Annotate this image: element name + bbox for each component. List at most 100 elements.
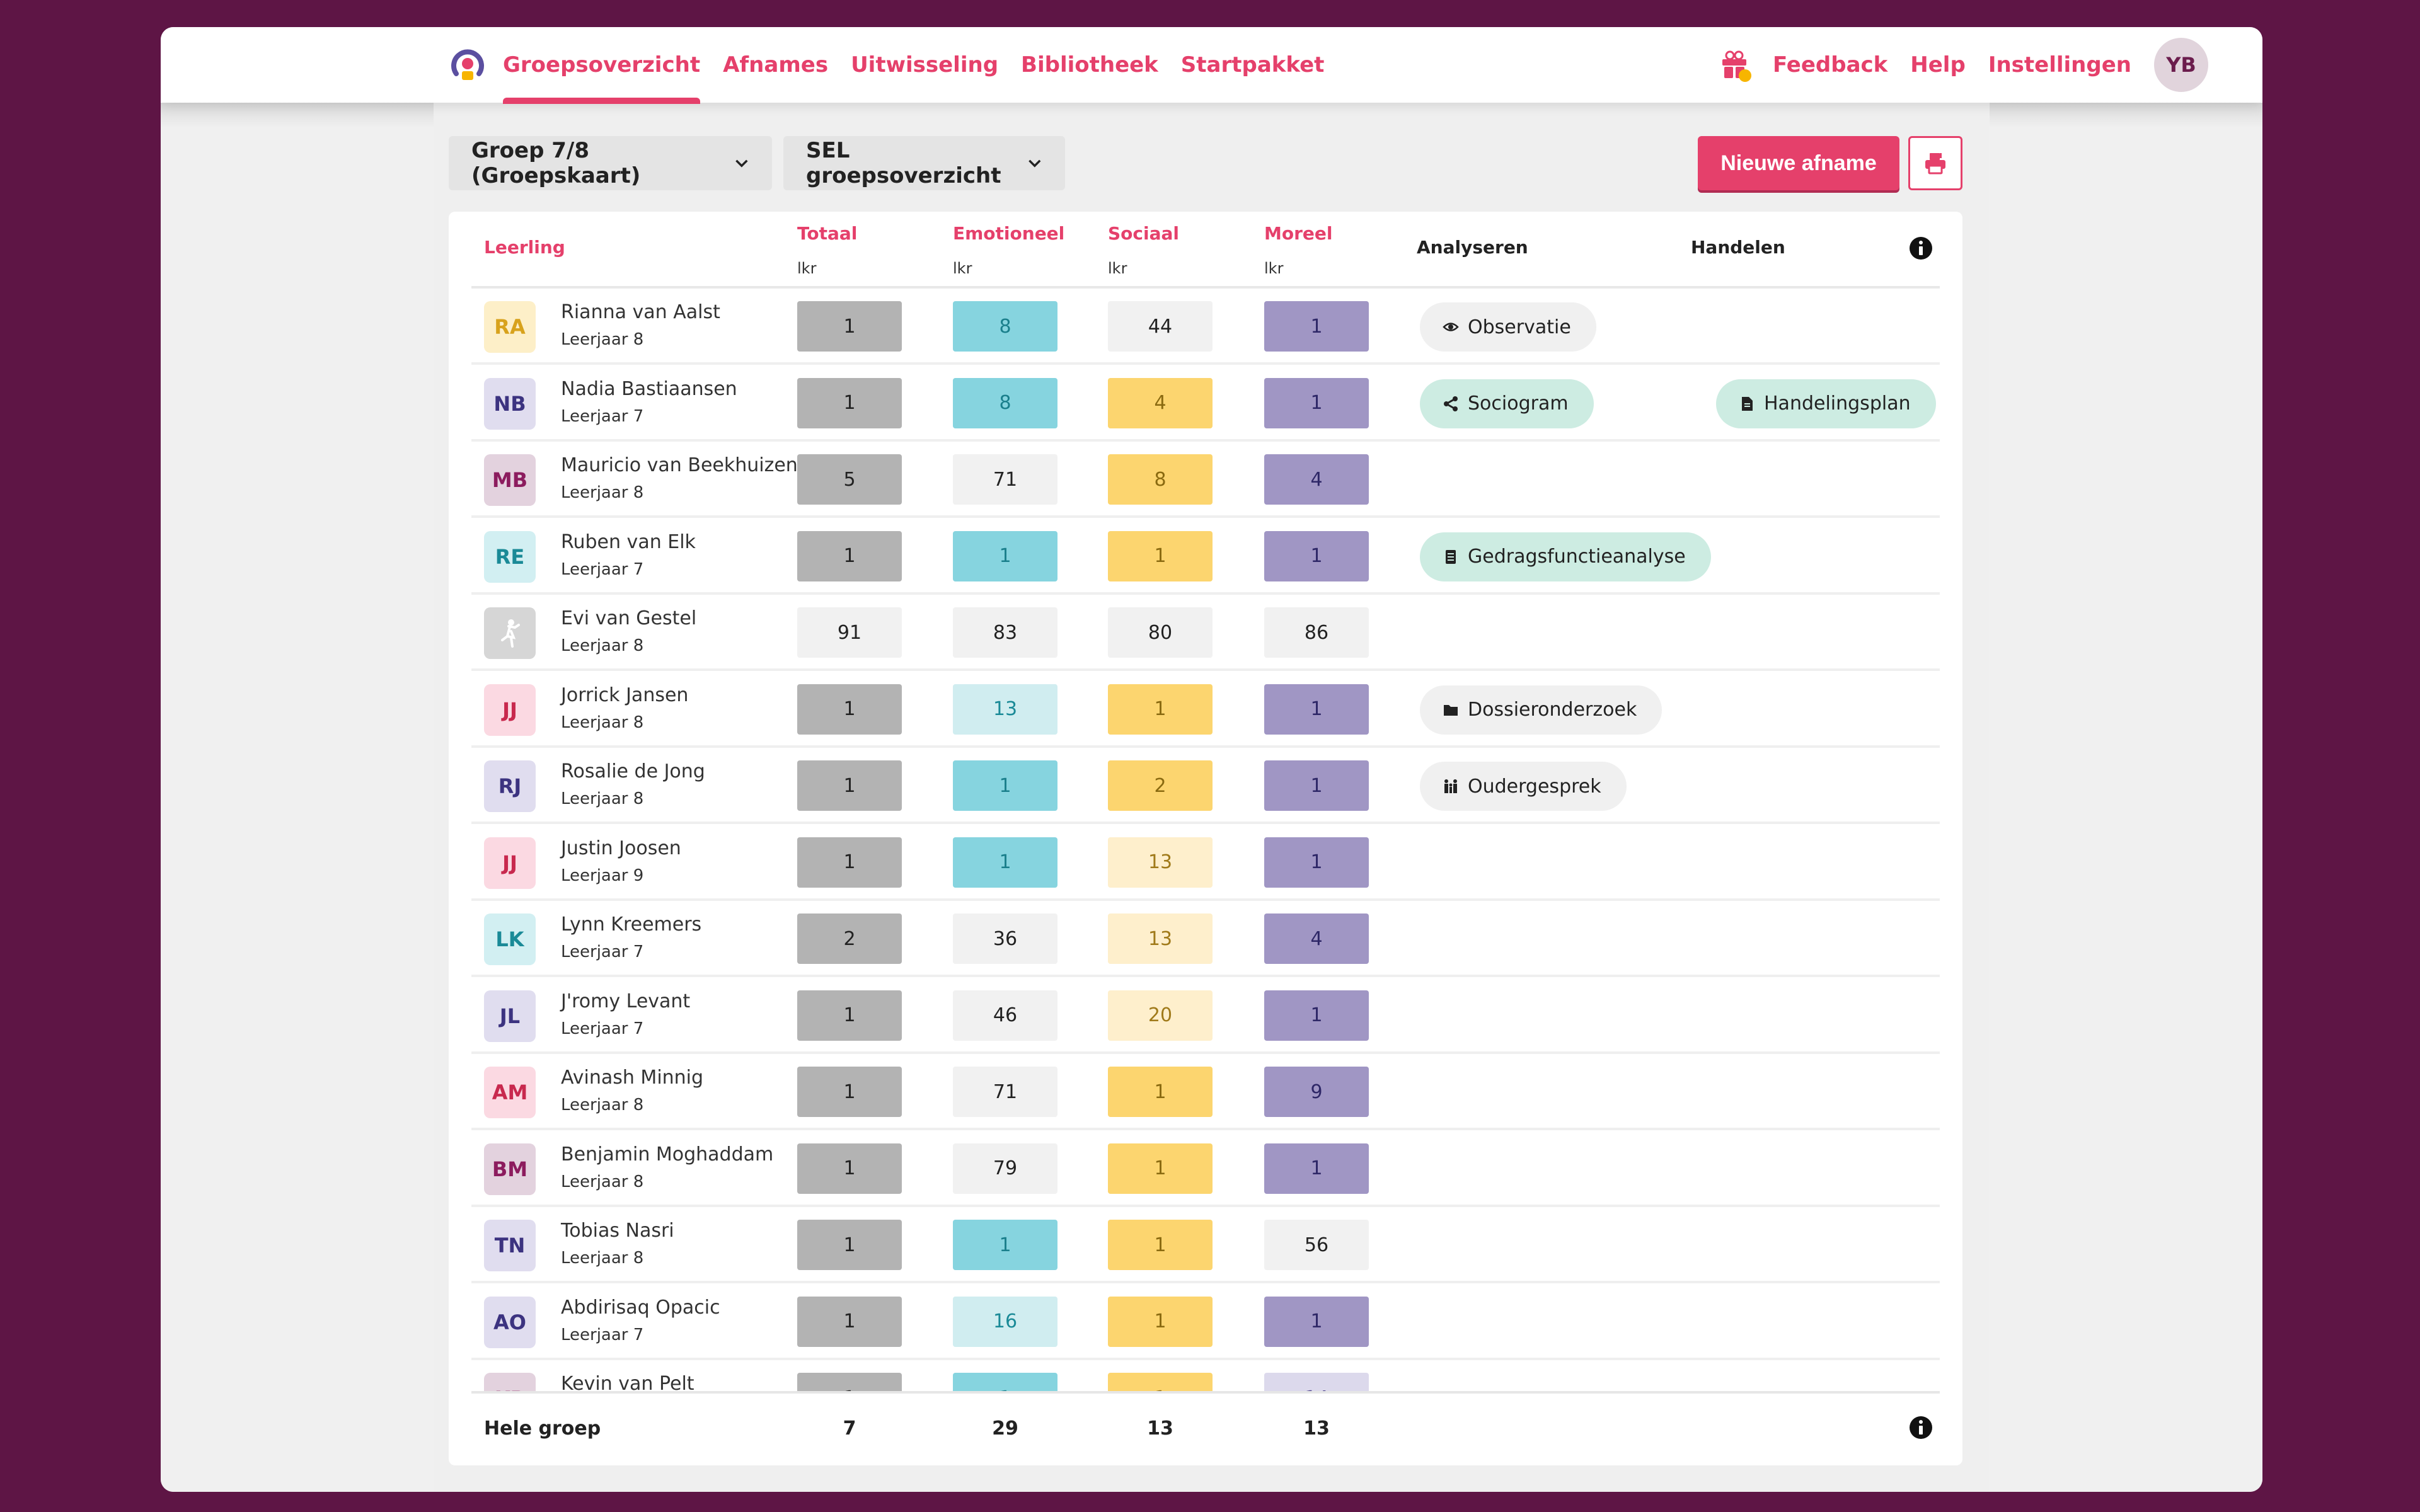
score-emotional[interactable]: 83: [953, 607, 1057, 658]
student-list[interactable]: RA Rianna van Aalst Leerjaar 8 1 8 44 1 Observ…: [471, 289, 1940, 1391]
student-row[interactable]: RE Ruben van Elk Leerjaar 71111 Gedragsfun…: [471, 518, 1940, 595]
score-moral[interactable]: 56: [1264, 1220, 1369, 1270]
student-name[interactable]: Abdirisaq Opacic: [561, 1297, 720, 1319]
score-emotional[interactable]: 1: [953, 530, 1057, 581]
score-moral[interactable]: 4: [1264, 914, 1369, 964]
score-moral[interactable]: 1: [1264, 1143, 1369, 1194]
print-button[interactable]: [1908, 136, 1962, 190]
score-emotional[interactable]: 16: [953, 1296, 1057, 1347]
nav-bibliotheek[interactable]: Bibliotheek: [1021, 27, 1158, 103]
score-social[interactable]: 13: [1108, 837, 1213, 888]
score-social[interactable]: 20: [1108, 990, 1213, 1041]
score-social[interactable]: 1: [1108, 684, 1213, 735]
score-emotional[interactable]: 1: [953, 837, 1057, 888]
score-total[interactable]: 1: [797, 1296, 902, 1347]
student-row[interactable]: RJ Rosalie de Jong Leerjaar 81121 Ouderges…: [471, 748, 1940, 824]
group-select[interactable]: Groep 7/8 (Groepskaart): [449, 136, 772, 190]
score-total[interactable]: 2: [797, 914, 902, 964]
analyze-pill[interactable]: Oudergesprek: [1420, 762, 1627, 811]
score-moral[interactable]: 86: [1264, 607, 1369, 658]
score-social[interactable]: 1: [1108, 1296, 1213, 1347]
analyze-pill[interactable]: Sociogram: [1420, 379, 1594, 428]
score-emotional[interactable]: 36: [953, 914, 1057, 964]
header-sociaal[interactable]: Sociaal: [1108, 223, 1179, 244]
view-select[interactable]: SEL groepsoverzicht: [783, 136, 1065, 190]
score-moral[interactable]: 1: [1264, 684, 1369, 735]
score-moral[interactable]: 1: [1264, 530, 1369, 581]
score-moral[interactable]: 1: [1264, 301, 1369, 352]
gift-icon[interactable]: [1719, 49, 1751, 82]
score-moral[interactable]: 1: [1264, 760, 1369, 811]
nav-settings[interactable]: Instellingen: [1988, 27, 2131, 103]
score-social[interactable]: 4: [1108, 377, 1213, 428]
score-moral[interactable]: 14: [1264, 1373, 1369, 1391]
header-emotioneel[interactable]: Emotioneel: [953, 223, 1064, 244]
student-row[interactable]: KP Kevin van Pelt 1 1 1 14: [471, 1360, 1940, 1391]
score-social[interactable]: 1: [1108, 1220, 1213, 1270]
score-moral[interactable]: 1: [1264, 837, 1369, 888]
score-total[interactable]: 1: [797, 530, 902, 581]
score-social[interactable]: 80: [1108, 607, 1213, 658]
nav-groepsoverzicht[interactable]: Groepsoverzicht: [503, 27, 701, 104]
student-row[interactable]: MB Mauricio van Beekhuizen Leerjaar 8 5 71 8 4: [471, 442, 1940, 518]
score-total[interactable]: 1: [797, 1220, 902, 1270]
student-name[interactable]: Lynn Kreemers: [561, 914, 701, 936]
header-totaal[interactable]: Totaal: [797, 223, 857, 244]
score-emotional[interactable]: 1: [953, 760, 1057, 811]
score-total[interactable]: 1: [797, 1143, 902, 1194]
score-total[interactable]: 1: [797, 377, 902, 428]
score-total[interactable]: 1: [797, 684, 902, 735]
score-social[interactable]: 44: [1108, 301, 1213, 352]
student-row[interactable]: JJ Justin Joosen Leerjaar 9 1 1 13 1: [471, 825, 1940, 901]
student-row[interactable]: RA Rianna van Aalst Leerjaar 8 1 8 44 1 Observ…: [471, 289, 1940, 365]
student-row[interactable]: JJ Jorrick Jansen Leerjaar 8 1 13 1 1 Dossiero…: [471, 672, 1940, 748]
student-name[interactable]: Tobias Nasri: [561, 1220, 674, 1242]
student-name[interactable]: Justin Joosen: [561, 837, 681, 859]
student-name[interactable]: Avinash Minnig: [561, 1067, 703, 1089]
info-icon[interactable]: [1908, 1415, 1933, 1440]
student-name[interactable]: Rianna van Aalst: [561, 301, 720, 323]
student-name[interactable]: Kevin van Pelt: [561, 1373, 694, 1391]
score-moral[interactable]: 1: [1264, 1296, 1369, 1347]
score-social[interactable]: 13: [1108, 914, 1213, 964]
student-name[interactable]: Mauricio van Beekhuizen: [561, 454, 798, 476]
score-total[interactable]: 1: [797, 301, 902, 352]
score-emotional[interactable]: 1: [953, 1373, 1057, 1391]
student-name[interactable]: Jorrick Jansen: [561, 684, 688, 706]
score-moral[interactable]: 1: [1264, 377, 1369, 428]
info-icon[interactable]: [1908, 236, 1933, 261]
score-total[interactable]: 1: [797, 990, 902, 1041]
score-emotional[interactable]: 79: [953, 1143, 1057, 1194]
action-pill[interactable]: Handelingsplan: [1716, 379, 1936, 428]
nav-afnames[interactable]: Afnames: [723, 27, 828, 103]
student-row[interactable]: Evi van Gestel Leerjaar 8 91 83 80 86: [471, 595, 1940, 671]
analyze-pill[interactable]: Observatie: [1420, 302, 1596, 352]
student-row[interactable]: LK Lynn Kreemers Leerjaar 7 2 36 13 4: [471, 901, 1940, 977]
nav-feedback[interactable]: Feedback: [1773, 27, 1887, 103]
user-avatar[interactable]: YB: [2154, 38, 2208, 92]
student-name[interactable]: Evi van Gestel: [561, 607, 696, 629]
score-emotional[interactable]: 71: [953, 1067, 1057, 1117]
analyze-pill[interactable]: Dossieronderzoek: [1420, 685, 1662, 735]
new-assessment-button[interactable]: Nieuwe afname: [1698, 136, 1899, 190]
student-row[interactable]: NB Nadia Bastiaansen Leerjaar 71841 Sociog…: [471, 365, 1940, 442]
score-social[interactable]: 1: [1108, 1067, 1213, 1117]
score-total[interactable]: 91: [797, 607, 902, 658]
score-moral[interactable]: 9: [1264, 1067, 1369, 1117]
score-total[interactable]: 1: [797, 1373, 902, 1391]
score-emotional[interactable]: 8: [953, 377, 1057, 428]
score-social[interactable]: 1: [1108, 1373, 1213, 1391]
score-emotional[interactable]: 71: [953, 454, 1057, 505]
score-total[interactable]: 1: [797, 837, 902, 888]
score-moral[interactable]: 4: [1264, 454, 1369, 505]
score-total[interactable]: 1: [797, 1067, 902, 1117]
score-social[interactable]: 2: [1108, 760, 1213, 811]
student-name[interactable]: Nadia Bastiaansen: [561, 378, 737, 400]
student-row[interactable]: JL J'romy Levant Leerjaar 7 1 46 20 1: [471, 978, 1940, 1054]
nav-startpakket[interactable]: Startpakket: [1181, 27, 1325, 103]
score-social[interactable]: 8: [1108, 454, 1213, 505]
analyze-pill[interactable]: Gedragsfunctieanalyse: [1420, 532, 1711, 581]
app-logo-icon[interactable]: [449, 46, 487, 84]
header-moreel[interactable]: Moreel: [1264, 223, 1333, 244]
student-row[interactable]: AM Avinash Minnig Leerjaar 8 1 71 1 9: [471, 1054, 1940, 1130]
